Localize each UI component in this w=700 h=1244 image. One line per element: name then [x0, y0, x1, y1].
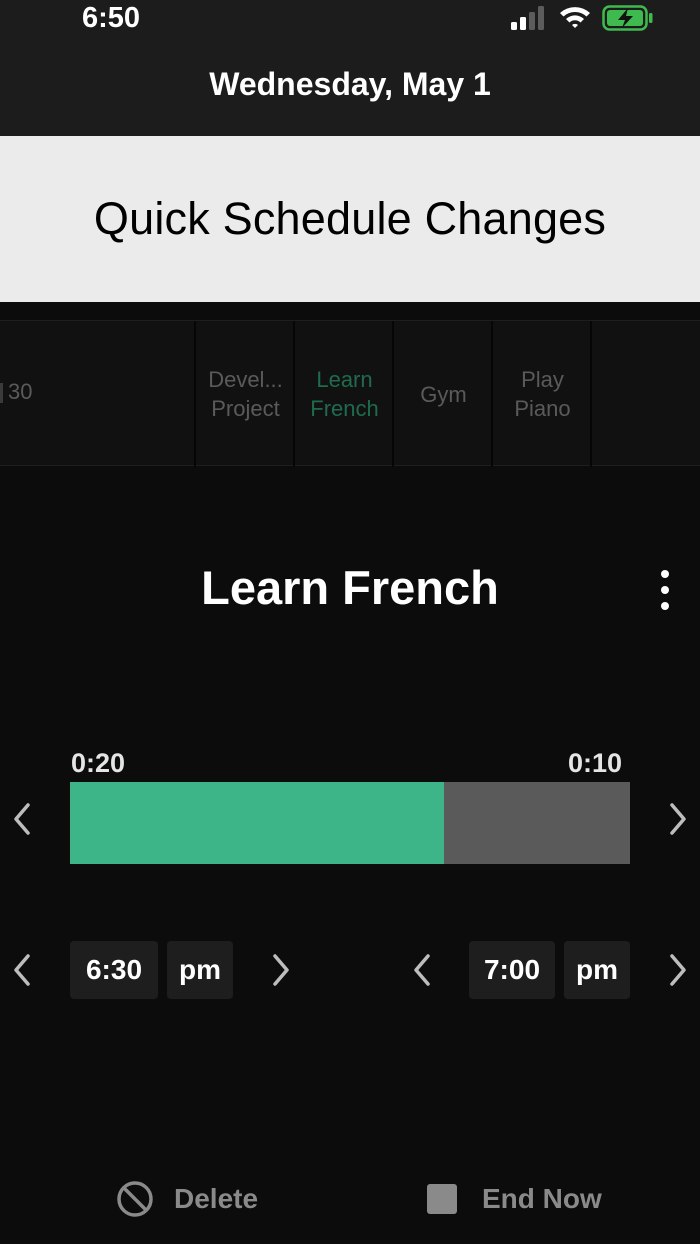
- remaining-time-label: 0:10: [568, 748, 623, 778]
- schedule-item-learn-french[interactable]: Learn French: [297, 321, 394, 467]
- schedule-item-partial-label: 30: [8, 379, 33, 404]
- start-time-value[interactable]: 6:30: [70, 941, 158, 999]
- schedule-item-label: Piano: [514, 396, 571, 421]
- elapsed-time-label: 0:20: [71, 748, 126, 778]
- cellular-signal-icon: [511, 6, 544, 30]
- schedule-item-partial[interactable]: 30: [0, 321, 196, 467]
- schedule-item-label: Learn: [316, 367, 373, 392]
- task-title: Learn French: [201, 561, 499, 614]
- delete-button[interactable]: Delete: [116, 1178, 258, 1220]
- date-title: Wednesday, May 1: [209, 65, 491, 102]
- more-dot-icon: [661, 602, 669, 610]
- date-header: Wednesday, May 1: [0, 44, 700, 136]
- schedule-item-label: Devel...: [208, 367, 283, 392]
- schedule-item-label: Gym: [420, 381, 467, 407]
- end-time-increase-icon[interactable]: [666, 952, 690, 988]
- prohibit-icon: [117, 1181, 153, 1217]
- end-now-label: End Now: [482, 1183, 602, 1214]
- start-time-increase-icon[interactable]: [269, 952, 293, 988]
- start-time-decrease-icon[interactable]: [10, 952, 34, 988]
- schedule-item-gym[interactable]: Gym: [396, 321, 493, 467]
- schedule-item-development-project[interactable]: Devel... Project: [198, 321, 295, 467]
- schedule-item-play-piano[interactable]: Play Piano: [495, 321, 592, 467]
- end-time-period[interactable]: pm: [564, 941, 630, 999]
- battery-charging-icon: [602, 5, 653, 31]
- end-now-button[interactable]: End Now: [426, 1178, 602, 1220]
- more-dot-icon: [661, 586, 669, 594]
- chevron-right-icon[interactable]: [666, 801, 690, 837]
- chevron-left-icon[interactable]: [10, 801, 34, 837]
- wifi-icon: [560, 7, 590, 28]
- schedule-item-label: Project: [211, 396, 280, 421]
- schedule-strip[interactable]: 30 Devel... Project Learn French Gym Pla…: [0, 320, 700, 467]
- task-progress-fill: [70, 782, 444, 864]
- more-dot-icon: [661, 570, 669, 578]
- task-progress-bar[interactable]: [70, 782, 630, 864]
- partial-item-marker: [0, 383, 3, 403]
- banner-title: Quick Schedule Changes: [93, 193, 607, 244]
- schedule-item-label: Play: [521, 367, 564, 392]
- stop-square-icon: [427, 1184, 457, 1214]
- quick-schedule-banner[interactable]: Quick Schedule Changes: [0, 136, 700, 302]
- schedule-item-empty[interactable]: [594, 321, 700, 467]
- delete-label: Delete: [174, 1183, 259, 1214]
- more-options-button[interactable]: [654, 570, 676, 610]
- status-time: 6:50: [82, 2, 141, 34]
- start-time-period[interactable]: pm: [167, 941, 233, 999]
- end-time-decrease-icon[interactable]: [410, 952, 434, 988]
- end-time-value[interactable]: 7:00: [469, 941, 555, 999]
- status-bar: 6:50: [0, 0, 700, 44]
- schedule-item-label: French: [310, 396, 379, 421]
